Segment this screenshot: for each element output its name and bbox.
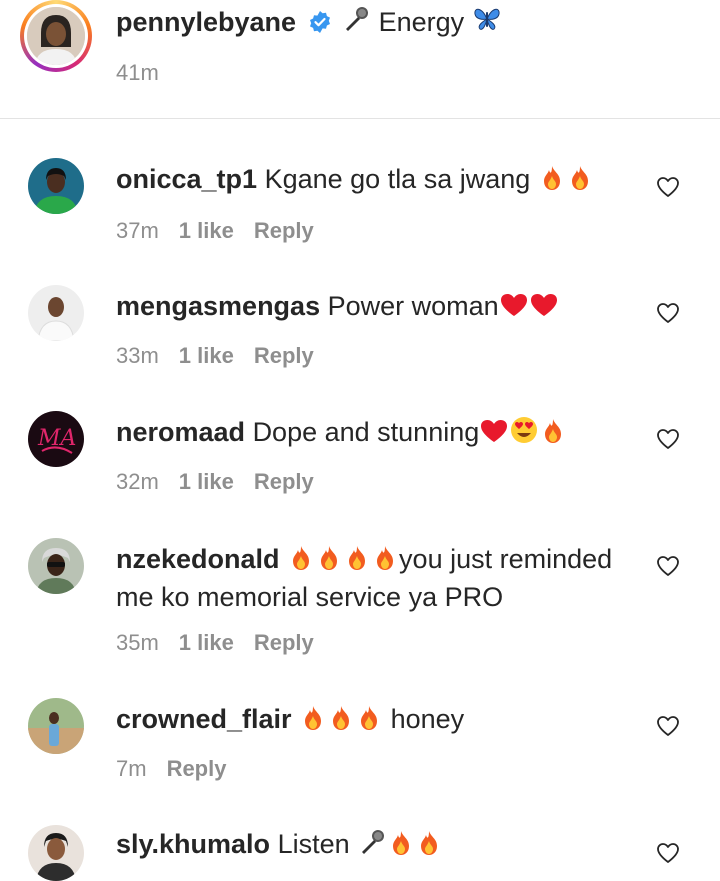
comment-username[interactable]: crowned_flair: [116, 704, 292, 734]
comment-username[interactable]: nzekedonald: [116, 544, 280, 574]
comment-username[interactable]: sly.khumalo: [116, 829, 270, 859]
avatar[interactable]: [28, 538, 84, 594]
reply-button[interactable]: Reply: [254, 630, 314, 655]
verified-badge-icon: [308, 8, 332, 42]
caption-text: pennylebyane Energy: [116, 4, 502, 42]
microphone-emoji: [341, 4, 371, 42]
comment-text: crowned_flair honey: [116, 702, 636, 740]
reply-button[interactable]: Reply: [167, 756, 227, 781]
red-heart-emoji: [529, 291, 559, 327]
timestamp: 35m: [116, 630, 159, 655]
heart-outline-icon[interactable]: [656, 842, 680, 864]
fire-emoji: [387, 829, 415, 865]
avatar[interactable]: [28, 698, 84, 754]
avatar[interactable]: MA: [28, 411, 84, 467]
avatar[interactable]: [28, 825, 84, 881]
comment-text: nzekedonald you just reminded me ko memo…: [116, 542, 636, 614]
comment-username[interactable]: onicca_tp1: [116, 164, 257, 194]
comment-body: Power woman: [327, 291, 499, 321]
fire-emoji: [287, 544, 315, 580]
avatar: [27, 7, 85, 65]
comment-meta: 33m 1 like Reply: [116, 343, 314, 369]
comment-body-continued: me ko memorial service ya PRO: [116, 582, 504, 612]
likes-count[interactable]: 1 like: [179, 469, 234, 494]
caption-meta: 41m: [116, 60, 159, 86]
avatar[interactable]: [28, 158, 84, 214]
reply-button[interactable]: Reply: [254, 469, 314, 494]
microphone-emoji: [357, 827, 387, 865]
heart-outline-icon[interactable]: [656, 302, 680, 324]
comment-username[interactable]: neromaad: [116, 417, 245, 447]
comment-body: Dope and stunning: [252, 417, 480, 447]
heart-outline-icon[interactable]: [656, 428, 680, 450]
fire-emoji: [415, 829, 443, 865]
fire-emoji: [566, 164, 594, 200]
heart-outline-icon[interactable]: [656, 555, 680, 577]
timestamp: 7m: [116, 756, 147, 781]
caption-body: Energy: [378, 7, 465, 37]
red-heart-emoji: [499, 291, 529, 327]
comment-meta: 37m 1 like Reply: [116, 218, 314, 244]
heart-outline-icon[interactable]: [656, 176, 680, 198]
red-heart-emoji: [479, 417, 509, 453]
comment-meta: 35m 1 like Reply: [116, 630, 314, 656]
timestamp: 33m: [116, 343, 159, 368]
fire-emoji: [299, 704, 327, 740]
fire-emoji: [355, 704, 383, 740]
fire-emoji: [315, 544, 343, 580]
divider: [0, 118, 720, 119]
timestamp: 32m: [116, 469, 159, 494]
story-ring-avatar[interactable]: [20, 0, 92, 72]
butterfly-emoji: [472, 4, 502, 42]
comment-meta: 7m Reply: [116, 756, 226, 782]
post-caption: pennylebyane Energy 41m: [0, 0, 720, 118]
fire-emoji: [538, 164, 566, 200]
reply-button[interactable]: Reply: [254, 343, 314, 368]
reply-button[interactable]: Reply: [254, 218, 314, 243]
timestamp: 41m: [116, 60, 159, 85]
likes-count[interactable]: 1 like: [179, 218, 234, 243]
heart-outline-icon[interactable]: [656, 715, 680, 737]
comment-text: mengasmengas Power woman: [116, 289, 636, 327]
comment-meta: 32m 1 like Reply: [116, 469, 314, 495]
comment-username[interactable]: mengasmengas: [116, 291, 320, 321]
comment-body: Kgane go tla sa jwang: [264, 164, 531, 194]
avatar[interactable]: [28, 285, 84, 341]
comment-body: Listen: [277, 829, 350, 859]
comment-body: honey: [390, 704, 465, 734]
comments-screen: pennylebyane Energy 41m onicca_tp1 Kgane…: [0, 0, 720, 881]
likes-count[interactable]: 1 like: [179, 343, 234, 368]
fire-emoji: [343, 544, 371, 580]
comment-text: sly.khumalo Listen: [116, 827, 636, 865]
likes-count[interactable]: 1 like: [179, 630, 234, 655]
fire-emoji: [371, 544, 399, 580]
fire-emoji: [327, 704, 355, 740]
comment-body: you just reminded: [399, 544, 613, 574]
fire-emoji: [539, 417, 567, 453]
timestamp: 37m: [116, 218, 159, 243]
comment-text: onicca_tp1 Kgane go tla sa jwang: [116, 162, 636, 200]
comment-text: neromaad Dope and stunning: [116, 415, 636, 453]
caption-username[interactable]: pennylebyane: [116, 7, 296, 37]
heart-eyes-emoji: [509, 415, 539, 453]
